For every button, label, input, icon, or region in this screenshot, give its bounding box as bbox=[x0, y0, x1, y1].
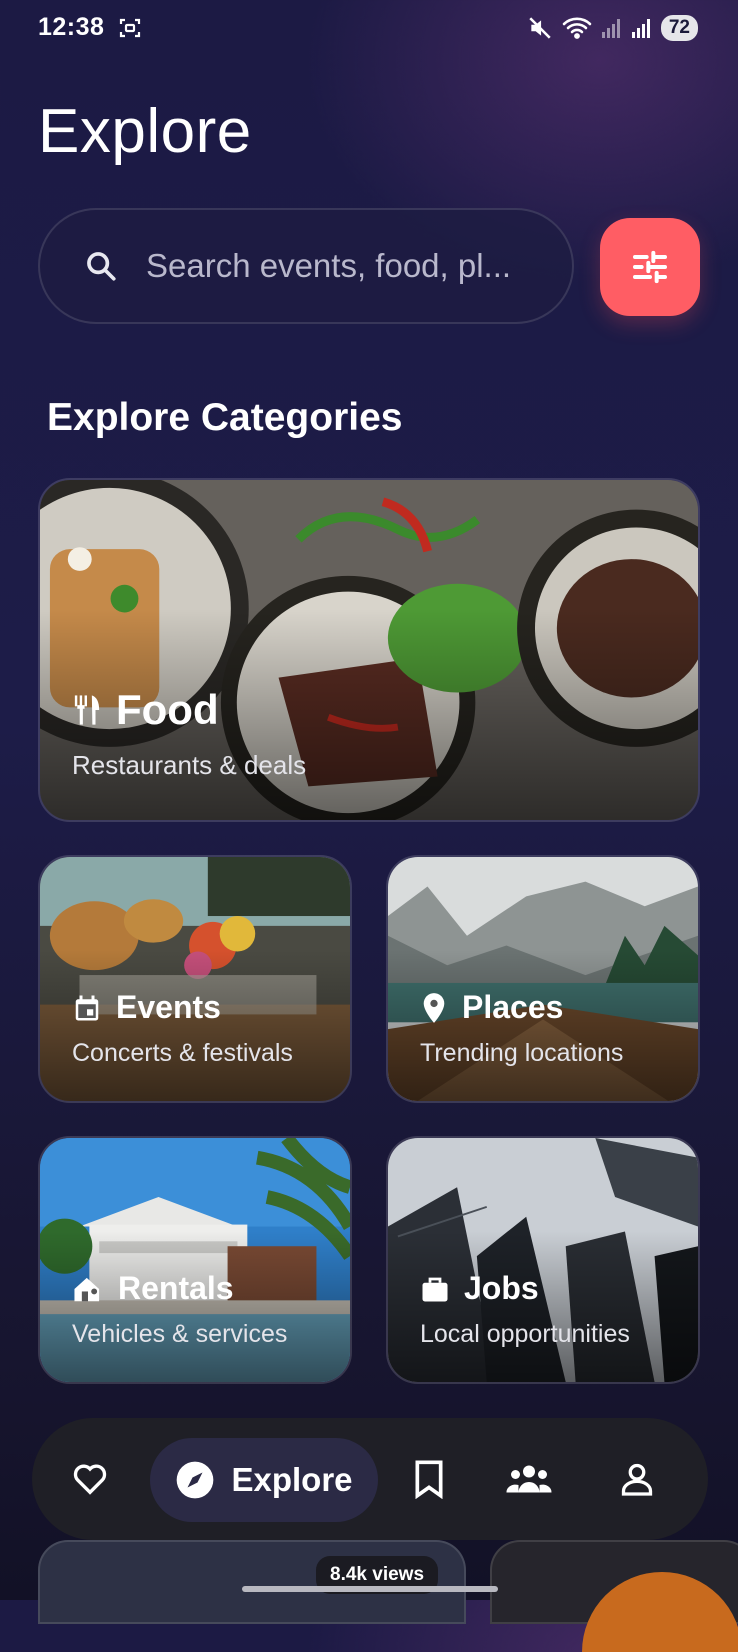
category-subtitle-rentals: Vehicles & services bbox=[72, 1320, 288, 1348]
house-key-icon bbox=[74, 1277, 100, 1301]
feed-card-peek-2 bbox=[490, 1540, 738, 1652]
category-subtitle-places: Trending locations bbox=[420, 1039, 624, 1067]
filter-button[interactable] bbox=[600, 218, 700, 316]
nav-explore[interactable]: Explore bbox=[150, 1438, 378, 1522]
category-subtitle-jobs: Local opportunities bbox=[420, 1320, 630, 1348]
heart-icon bbox=[73, 1464, 107, 1495]
compass-icon bbox=[177, 1461, 214, 1499]
category-title-jobs: Jobs bbox=[464, 1270, 539, 1306]
section-title: Explore Categories bbox=[47, 396, 403, 439]
category-card-events[interactable]: Events Concerts & festivals bbox=[38, 855, 352, 1103]
group-icon bbox=[506, 1465, 552, 1493]
nav-bookmarks[interactable] bbox=[404, 1418, 454, 1540]
wifi-icon bbox=[562, 17, 592, 39]
category-title-food: Food bbox=[116, 686, 219, 733]
category-card-rentals[interactable]: Rentals Vehicles & services bbox=[38, 1136, 352, 1384]
status-bar: 12:38 72 bbox=[0, 0, 738, 58]
category-title-rentals: Rentals bbox=[118, 1270, 234, 1306]
briefcase-icon bbox=[422, 1277, 448, 1301]
screenshot-icon bbox=[119, 18, 141, 38]
battery-indicator: 72 bbox=[660, 15, 698, 41]
home-indicator[interactable] bbox=[242, 1586, 498, 1592]
person-icon bbox=[621, 1463, 653, 1496]
bottom-navigation: Explore bbox=[32, 1418, 708, 1540]
category-title-places: Places bbox=[462, 989, 564, 1025]
nav-profile[interactable] bbox=[612, 1418, 662, 1540]
search-icon bbox=[87, 252, 116, 281]
category-subtitle-food: Restaurants & deals bbox=[72, 750, 307, 780]
restaurant-icon bbox=[74, 695, 100, 725]
nav-explore-label: Explore bbox=[231, 1461, 353, 1498]
bookmark-icon bbox=[415, 1460, 443, 1499]
category-title-events: Events bbox=[116, 989, 221, 1025]
nav-favorites[interactable] bbox=[58, 1418, 122, 1540]
status-icons: 72 bbox=[527, 12, 698, 44]
filter-sliders-icon bbox=[633, 250, 667, 284]
nav-community[interactable] bbox=[502, 1418, 556, 1540]
signal-icon-2 bbox=[631, 19, 650, 38]
status-time: 12:38 bbox=[38, 13, 105, 41]
mute-icon bbox=[529, 17, 551, 39]
search-input[interactable] bbox=[144, 246, 548, 286]
location-pin-icon bbox=[423, 992, 445, 1023]
category-subtitle-events: Concerts & festivals bbox=[72, 1039, 293, 1067]
page-title: Explore bbox=[38, 97, 252, 166]
category-card-places[interactable]: Places Trending locations bbox=[386, 855, 700, 1103]
category-card-jobs[interactable]: Jobs Local opportunities bbox=[386, 1136, 700, 1384]
search-bar[interactable] bbox=[38, 208, 574, 324]
category-card-food[interactable]: Food Restaurants & deals bbox=[38, 478, 700, 822]
signal-icon bbox=[601, 19, 620, 38]
calendar-icon bbox=[75, 995, 99, 1020]
